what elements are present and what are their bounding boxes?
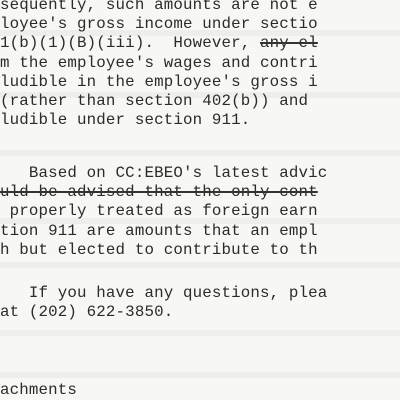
line-text: loyee's gross income under sectio — [0, 15, 318, 34]
paragraph-line: Based on CC:EBEO's latest advic — [0, 164, 327, 182]
struck-text: uld be advised that the only cont — [0, 183, 318, 202]
paragraph-line: sequently, such amounts are not e — [0, 0, 318, 14]
struck-text: any el — [260, 34, 318, 53]
paragraph-line: m the employee's wages and contri — [0, 54, 318, 72]
paragraph-line: ludible under section 911. — [0, 111, 250, 129]
paragraph-line: properly treated as foreign earn — [0, 202, 318, 220]
line-text: If you have any questions, plea — [0, 284, 328, 302]
line-text: sequently, such amounts are not e — [0, 0, 318, 14]
paragraph-line: loyee's gross income under sectio — [0, 15, 318, 33]
paragraph-line: (rather than section 402(b)) and — [0, 92, 318, 110]
line-text: Based on CC:EBEO's latest advic — [0, 164, 328, 182]
line-text: ludible in the employee's gross i — [0, 72, 318, 91]
line-text: m the employee's wages and contri — [0, 53, 318, 72]
line-text: (rather than section 402(b)) and — [0, 92, 318, 110]
line-text: properly treated as foreign earn — [0, 202, 318, 221]
paragraph-line: tion 911 are amounts that an empl — [0, 222, 318, 240]
document-page: sequently, such amounts are not e loyee's… — [0, 0, 400, 400]
paragraph-line: ludible in the employee's gross i — [0, 73, 318, 91]
line-text: tion 911 are amounts that an empl — [0, 221, 318, 240]
line-text: h but elected to contribute to th — [0, 240, 318, 259]
line-text: 1(b)(1)(B)(iii). However, — [0, 34, 261, 53]
line-text: at (202) 622-3850. — [0, 303, 174, 322]
paragraph-line: If you have any questions, plea — [0, 284, 327, 302]
paragraph-line: at (202) 622-3850. — [0, 303, 173, 321]
line-text: achments — [0, 381, 78, 399]
line-text: ludible under section 911. — [0, 111, 251, 130]
paragraph-line: uld be advised that the only cont — [0, 183, 318, 201]
paragraph-line: h but elected to contribute to th — [0, 241, 318, 259]
attachments-line: achments — [0, 381, 77, 399]
paragraph-line: 1(b)(1)(B)(iii). However, any el — [0, 34, 318, 52]
